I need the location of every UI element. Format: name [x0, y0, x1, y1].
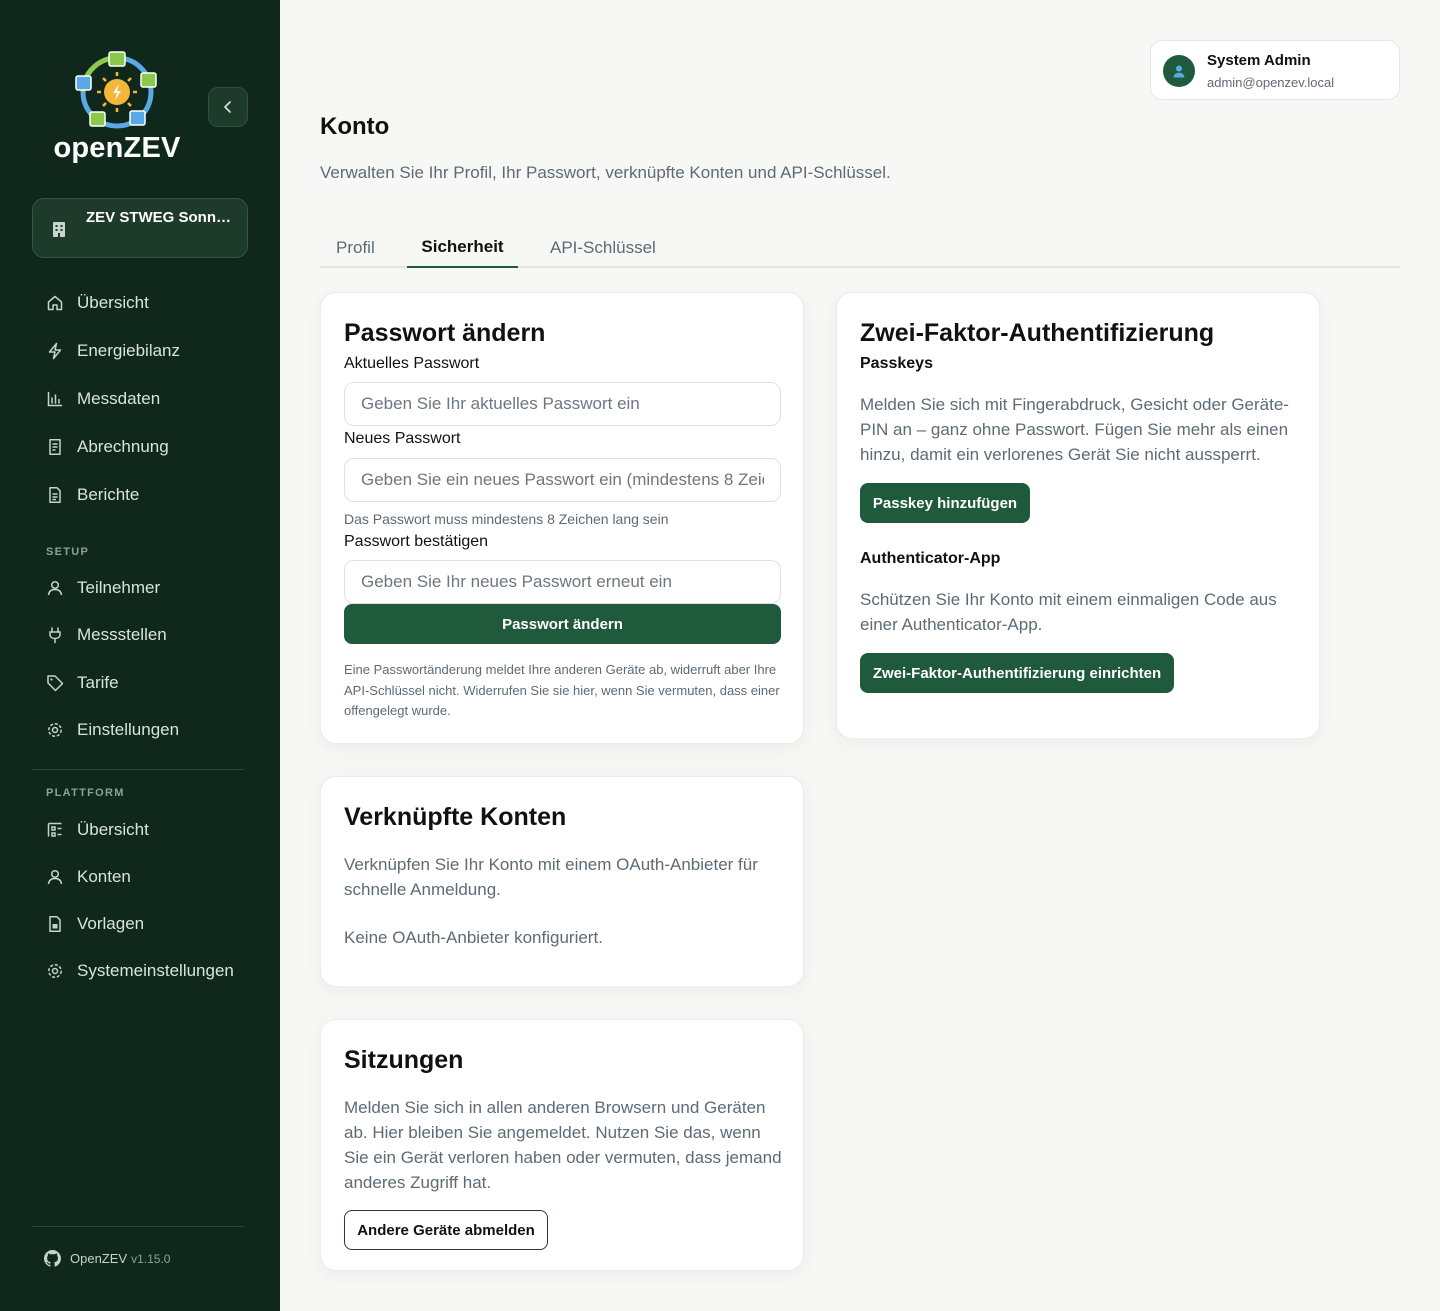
linked-accounts-card: Verknüpfte Konten Verknüpfen Sie Ihr Kon… — [320, 776, 804, 987]
password-length-hint: Das Passwort muss mindestens 8 Zeichen l… — [344, 511, 669, 527]
nav-item-einstellungen[interactable]: Einstellungen — [32, 710, 248, 750]
chevron-left-icon — [224, 101, 231, 113]
nav-item-systemeinstellungen[interactable]: Systemeinstellungen — [32, 951, 248, 991]
organization-switcher[interactable]: ZEV STWEG Sonnenhof — [32, 198, 248, 258]
footer-version: v1.15.0 — [131, 1251, 171, 1266]
nav-label: Systemeinstellungen — [77, 961, 234, 980]
home-icon — [47, 295, 63, 311]
plug-icon — [49, 627, 61, 644]
nav-item-vorlagen[interactable]: Vorlagen — [32, 904, 248, 944]
nav-label: Konten — [77, 867, 131, 886]
user-name: System Admin — [1207, 52, 1311, 69]
current-password-input[interactable] — [344, 382, 781, 426]
add-passkey-button[interactable]: Passkey hinzufügen — [860, 483, 1030, 523]
card-title: Passwort ändern — [344, 319, 546, 347]
sidebar-divider — [32, 769, 244, 770]
sessions-card: Sitzungen Melden Sie sich in allen ander… — [320, 1019, 804, 1271]
nav-item-messdaten[interactable]: Messdaten — [32, 379, 248, 419]
bar-chart-icon — [47, 391, 63, 407]
template-icon — [49, 916, 61, 932]
section-label-plattform: PLATTFORM — [46, 787, 125, 799]
tab-sicherheit[interactable]: Sicherheit — [407, 228, 518, 268]
nav-item-tarife[interactable]: Tarife — [32, 663, 248, 703]
document-icon — [49, 487, 61, 503]
receipt-icon — [49, 439, 61, 455]
nav-label: Energiebilanz — [77, 341, 181, 360]
nav-label: Teilnehmer — [77, 578, 161, 597]
sessions-description: Melden Sie sich in allen anderen Browser… — [344, 1098, 782, 1192]
card-title: Sitzungen — [344, 1046, 464, 1074]
nav-item-uebersicht[interactable]: Übersicht — [32, 283, 248, 323]
nav-item-energiebilanz[interactable]: Energiebilanz — [32, 331, 248, 371]
nav-label: Vorlagen — [77, 914, 145, 933]
tab-api-schluessel[interactable]: API-Schlüssel — [550, 228, 656, 268]
tab-profil[interactable]: Profil — [336, 228, 375, 268]
avatar — [1163, 55, 1195, 87]
dashboard-icon — [47, 822, 62, 837]
sidebar-footer[interactable]: OpenZEV v1.15.0 — [44, 1250, 170, 1267]
tag-icon — [47, 675, 64, 692]
card-title: Zwei-Faktor-Authentifizierung — [860, 319, 1215, 347]
nav-item-abrechnung[interactable]: Abrechnung — [32, 427, 248, 467]
account-tabs: Profil Sicherheit API-Schlüssel — [320, 228, 1400, 268]
user-avatar-icon — [1173, 65, 1185, 78]
new-password-label: Neues Passwort — [344, 430, 461, 447]
gear-icon — [48, 964, 62, 978]
nav-label: Übersicht — [77, 820, 149, 839]
organization-name: ZEV STWEG Sonnenhof — [86, 209, 238, 226]
change-password-button[interactable]: Passwort ändern — [344, 604, 781, 644]
change-password-card: Passwort ändern Aktuelles Passwort Neues… — [320, 292, 804, 744]
card-title: Verknüpfte Konten — [344, 803, 567, 831]
bolt-icon — [48, 342, 62, 360]
password-change-note: Eine Passwortänderung meldet Ihre andere… — [344, 662, 780, 718]
current-password-label: Aktuelles Passwort — [344, 355, 480, 372]
authenticator-app-heading: Authenticator-App — [860, 550, 1001, 567]
linked-accounts-description: Verknüpfen Sie Ihr Konto mit einem OAuth… — [344, 855, 758, 899]
logo-icon — [75, 51, 157, 129]
gear-icon — [48, 723, 62, 737]
passkeys-heading: Passkeys — [860, 355, 933, 372]
nav-item-konten[interactable]: Konten — [32, 857, 248, 897]
nav-label: Berichte — [77, 485, 140, 504]
sidebar: openZEV ZEV STWEG Sonnenhof Übersicht En… — [0, 0, 280, 1311]
user-icon — [47, 869, 63, 885]
sign-out-other-devices-button[interactable]: Andere Geräte abmelden — [344, 1210, 548, 1250]
page-subtitle: Verwalten Sie Ihr Profil, Ihr Passwort, … — [320, 163, 891, 182]
nav-item-messstellen[interactable]: Messstellen — [32, 615, 248, 655]
nav-label: Abrechnung — [77, 437, 169, 456]
no-oauth-providers-text: Keine OAuth-Anbieter konfiguriert. — [344, 928, 603, 947]
setup-2fa-button[interactable]: Zwei-Faktor-Authentifizierung einrichten — [860, 653, 1174, 693]
page-title: Konto — [320, 113, 390, 140]
app-logo[interactable]: openZEV — [52, 50, 182, 165]
sidebar-footer-divider — [32, 1226, 244, 1227]
user-menu[interactable]: System Admin admin@openzev.local — [1150, 40, 1400, 100]
confirm-password-label: Passwort bestätigen — [344, 533, 489, 550]
two-factor-card: Zwei-Faktor-Authentifizierung Passkeys M… — [836, 292, 1320, 739]
section-label-setup: SETUP — [46, 546, 90, 558]
confirm-password-input[interactable] — [344, 560, 781, 604]
passkeys-description: Melden Sie sich mit Fingerabdruck, Gesic… — [860, 395, 1289, 464]
nav-label: Messdaten — [77, 389, 161, 408]
nav-item-berichte[interactable]: Berichte — [32, 475, 248, 515]
nav-label: Einstellungen — [77, 720, 180, 739]
user-icon — [47, 580, 63, 596]
user-email: admin@openzev.local — [1207, 75, 1335, 90]
github-icon — [44, 1250, 61, 1267]
building-icon — [53, 222, 65, 237]
new-password-input[interactable] — [344, 458, 781, 502]
nav-label: Tarife — [77, 673, 119, 692]
nav-item-teilnehmer[interactable]: Teilnehmer — [32, 568, 248, 608]
footer-app-name: OpenZEV — [70, 1251, 128, 1266]
nav-item-platform-uebersicht[interactable]: Übersicht — [32, 810, 248, 850]
logo-text: openZEV — [53, 132, 181, 164]
nav-label: Messstellen — [77, 625, 167, 644]
collapse-sidebar-button[interactable] — [208, 87, 248, 127]
authenticator-app-description: Schützen Sie Ihr Konto mit einem einmali… — [860, 590, 1277, 634]
nav-label: Übersicht — [77, 293, 149, 312]
